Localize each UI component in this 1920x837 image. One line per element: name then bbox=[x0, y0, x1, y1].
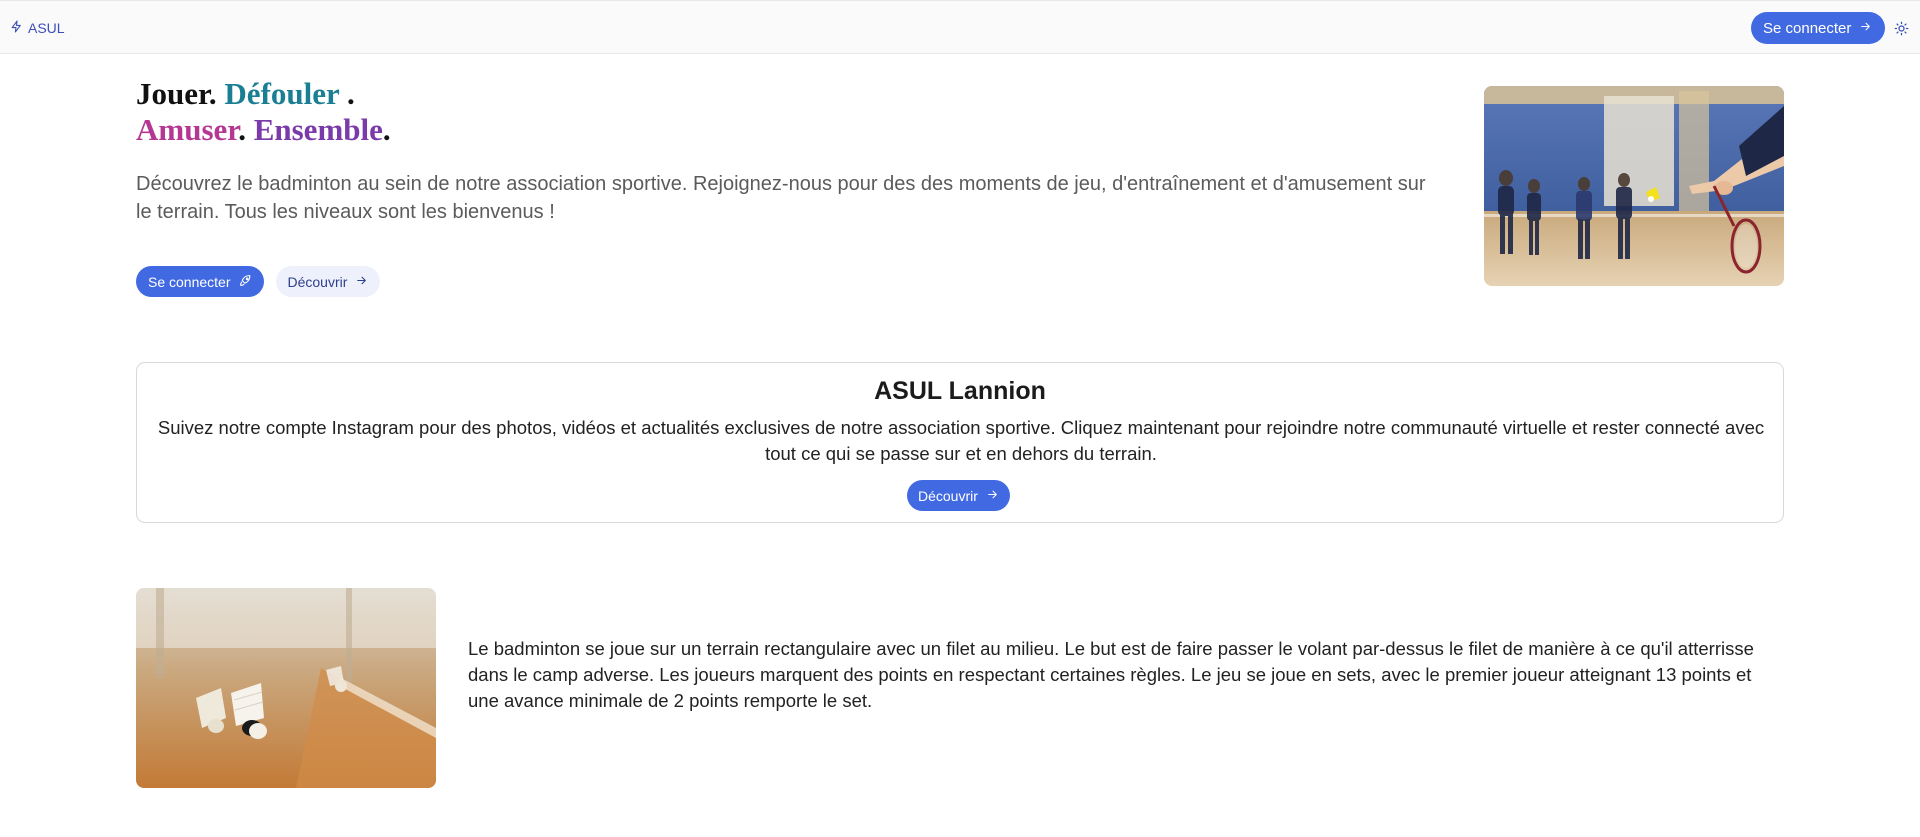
hero-title-word-jouer: Jouer. bbox=[136, 76, 217, 111]
hero-title-line2: Amuser. Ensemble. bbox=[136, 112, 391, 148]
shuttlecocks-image bbox=[136, 588, 436, 788]
badminton-rules-text: Le badminton se joue sur un terrain rect… bbox=[468, 638, 1754, 711]
instagram-discover-button[interactable]: Découvrir bbox=[907, 480, 1010, 511]
brand-link[interactable]: ASUL bbox=[10, 19, 65, 37]
hero-title-dot: . bbox=[346, 76, 355, 111]
instagram-card: ASUL Lannion Suivez notre compte Instagr… bbox=[136, 362, 1784, 523]
instagram-card-title: ASUL Lannion bbox=[874, 377, 1046, 405]
hero-title: Jouer. Défouler . Amuser. Ensemble. bbox=[136, 76, 391, 148]
arrow-right-icon bbox=[1859, 20, 1872, 37]
bolt-icon bbox=[10, 19, 23, 37]
brand-label: ASUL bbox=[28, 20, 65, 36]
header-login-label: Se connecter bbox=[1763, 19, 1852, 37]
arrow-right-icon bbox=[355, 274, 368, 290]
hero-discover-label: Découvrir bbox=[287, 273, 348, 290]
header-login-button[interactable]: Se connecter bbox=[1751, 12, 1886, 44]
rocket-icon bbox=[239, 274, 252, 290]
instagram-discover-label: Découvrir bbox=[918, 487, 978, 504]
hero-title-word-defouler: Défouler bbox=[224, 76, 340, 111]
hero-login-label: Se connecter bbox=[148, 273, 231, 290]
hero-title-dot: . bbox=[238, 112, 246, 147]
sun-icon[interactable] bbox=[1894, 21, 1909, 36]
hero-login-button[interactable]: Se connecter bbox=[136, 266, 264, 297]
top-navbar: ASUL Se connecter bbox=[0, 0, 1920, 54]
hero-discover-button[interactable]: Découvrir bbox=[275, 266, 381, 297]
hero-title-word-ensemble: Ensemble bbox=[253, 112, 383, 147]
hero-title-word-amuser: Amuser bbox=[136, 112, 239, 147]
hero-title-line1: Jouer. Défouler . bbox=[136, 76, 391, 112]
hero-title-dot: . bbox=[382, 112, 391, 147]
hero-badminton-players-image bbox=[1484, 86, 1784, 286]
hero-actions: Se connecter Découvrir bbox=[136, 266, 381, 297]
hero-description: Découvrez le badminton au sein de notre … bbox=[136, 173, 1426, 223]
arrow-right-icon bbox=[986, 488, 999, 504]
instagram-card-text: Suivez notre compte Instagram pour des p… bbox=[157, 417, 1765, 464]
